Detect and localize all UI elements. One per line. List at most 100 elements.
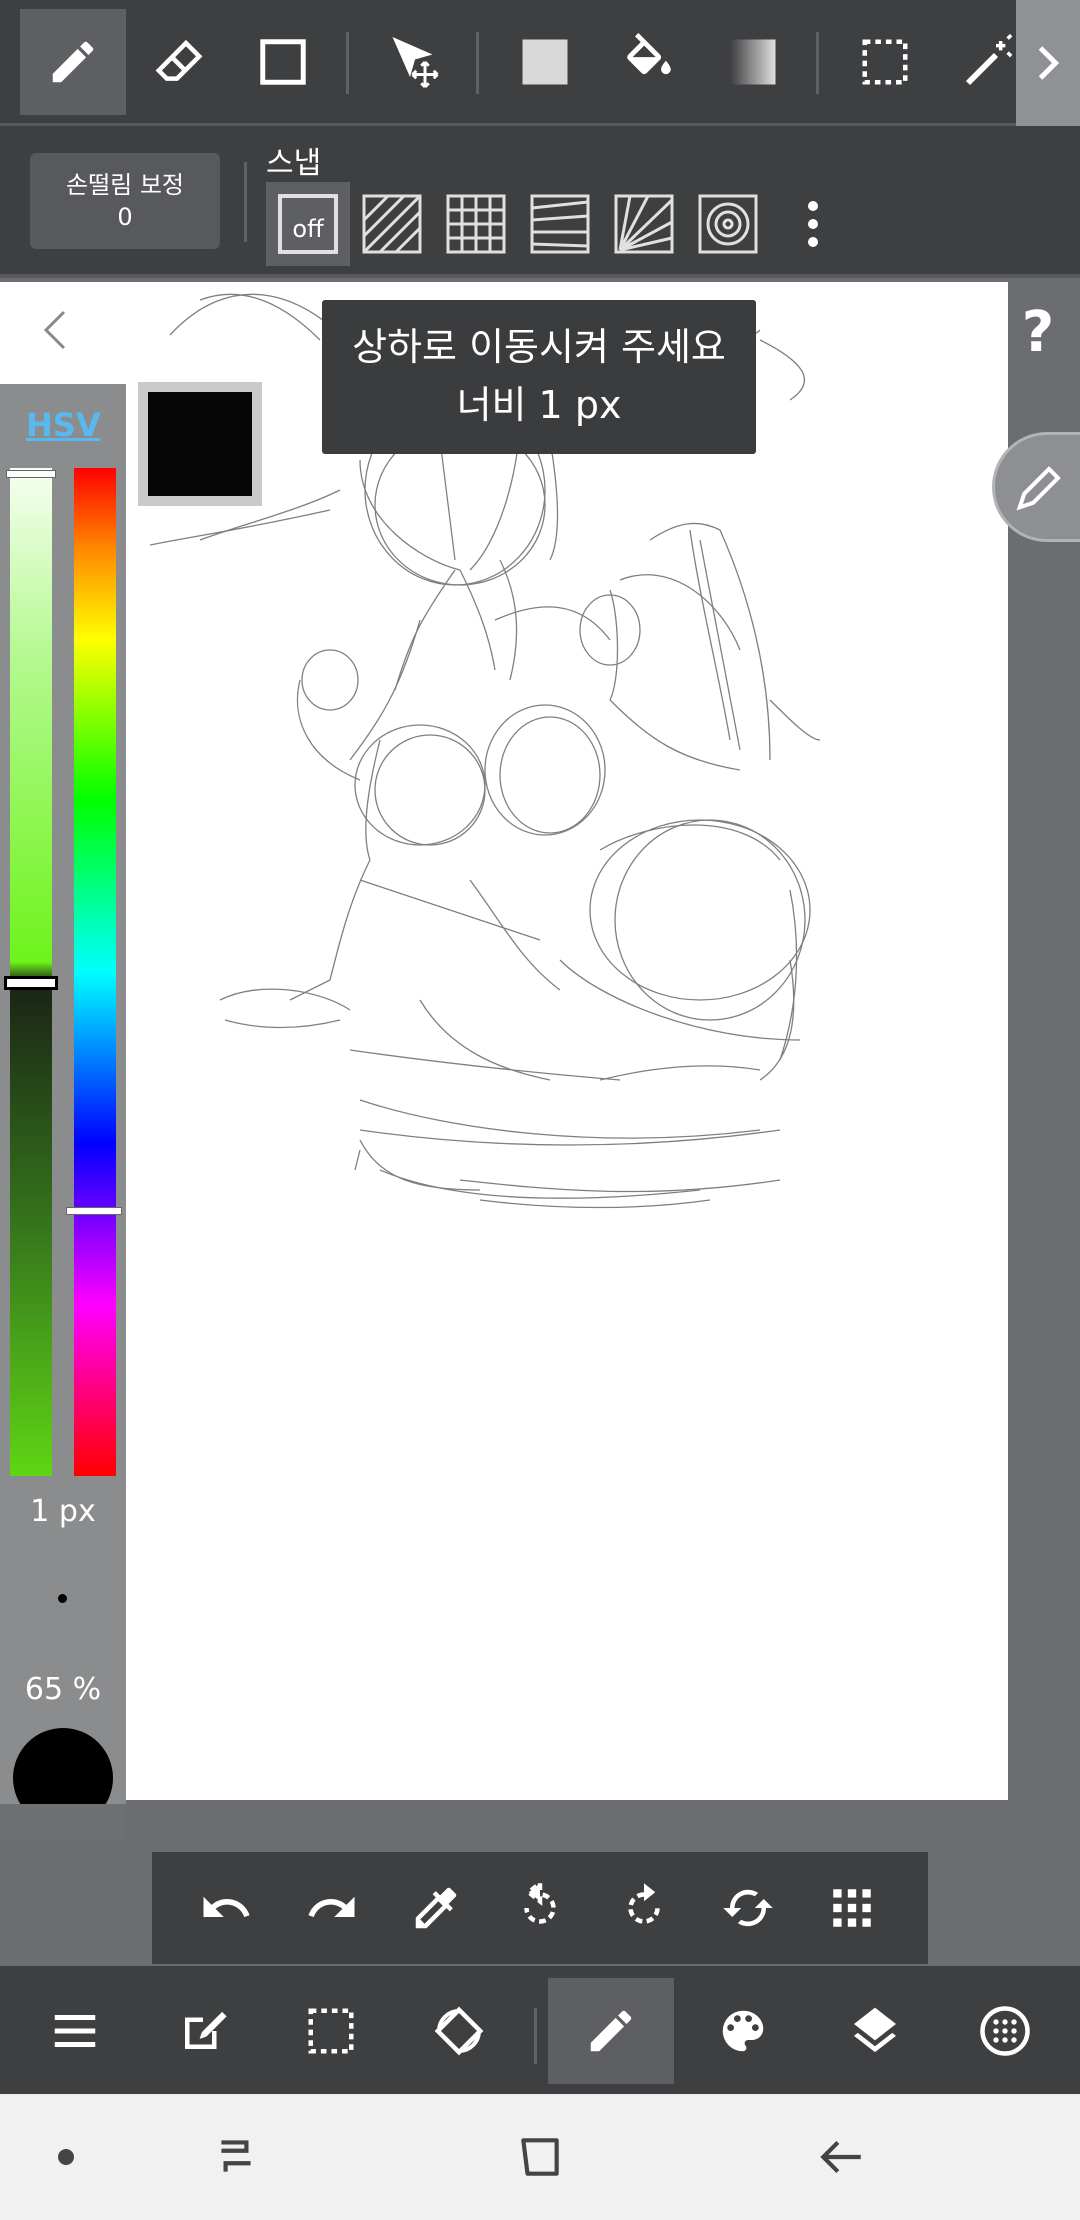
fill-rect-tool-button[interactable]: [492, 9, 598, 115]
rotate-left-icon: [524, 1881, 556, 1924]
flip-icon: [723, 1889, 773, 1927]
gradient-icon: [730, 39, 776, 85]
parallel-snap-button[interactable]: [350, 182, 434, 266]
stabilizer-value: 0: [117, 203, 133, 231]
recent-apps-button[interactable]: [186, 2112, 286, 2202]
redo-icon: [308, 1896, 355, 1917]
saturation-value-slider[interactable]: [10, 468, 52, 1476]
current-color-fill: [148, 392, 252, 496]
move-tool-button[interactable]: [362, 9, 468, 115]
drawing-canvas[interactable]: [0, 282, 1008, 1800]
sv-top-handle[interactable]: [6, 470, 56, 478]
snap-more-button[interactable]: [770, 182, 856, 266]
stabilizer-button[interactable]: 손떨림 보정 0: [30, 153, 220, 249]
brush-button[interactable]: [548, 1978, 674, 2084]
snap-off-button[interactable]: off: [266, 182, 350, 266]
action-bar: [152, 1852, 928, 1964]
palette-button[interactable]: [680, 1978, 806, 2084]
vertical-dots-icon: [808, 201, 818, 247]
grid-snap-icon: [446, 194, 506, 254]
pen-tool-button[interactable]: [20, 9, 126, 115]
grid-button[interactable]: [802, 1852, 902, 1964]
rotate-right-icon: [628, 1883, 660, 1924]
eyedropper-button[interactable]: [386, 1852, 486, 1964]
toolbar-more-button[interactable]: [1016, 0, 1080, 126]
layers-button[interactable]: [812, 1978, 938, 2084]
parallel-snap-icon: [362, 194, 422, 254]
undo-button[interactable]: [176, 1852, 276, 1964]
hue-slider[interactable]: [74, 468, 116, 1476]
perspective-snap-icon: [530, 194, 590, 254]
back-icon: [820, 2140, 861, 2174]
color-panel-footer: [0, 1804, 126, 1842]
rotate-left-button[interactable]: [490, 1852, 590, 1964]
tooltip-line1: 상하로 이동시켜 주세요: [352, 325, 726, 369]
filled-square-icon: [522, 39, 568, 85]
paint-bucket-icon: [627, 33, 671, 75]
snap-off-icon: off: [278, 194, 338, 254]
nav-dot-button[interactable]: [16, 2112, 116, 2202]
chevron-right-icon: [1038, 46, 1060, 80]
palette-icon: [722, 2010, 764, 2052]
redo-button[interactable]: [282, 1852, 382, 1964]
selection-icon: [308, 2008, 354, 2054]
sketch-drawing: [149, 293, 821, 1209]
radial-snap-icon: [614, 194, 674, 254]
menu-button[interactable]: [12, 1978, 138, 2084]
dot-icon: [58, 2149, 74, 2165]
select-tool-button[interactable]: [832, 9, 938, 115]
opacity-label[interactable]: 65 %: [0, 1672, 126, 1707]
layers-icon: [854, 2007, 896, 2053]
eraser-tool-button[interactable]: [126, 9, 232, 115]
subbar-divider: [244, 162, 247, 242]
perspective-snap-button[interactable]: [518, 182, 602, 266]
rotate-right-button[interactable]: [594, 1852, 694, 1964]
current-color-swatch[interactable]: [138, 382, 262, 506]
eraser-icon: [155, 39, 203, 81]
menu-icon: [54, 2015, 96, 2047]
move-arrow-icon: [392, 37, 439, 89]
stabilizer-label: 손떨림 보정: [65, 171, 185, 199]
bucket-tool-button[interactable]: [596, 9, 702, 115]
shape-tool-button[interactable]: [230, 9, 336, 115]
concentric-snap-button[interactable]: [686, 182, 770, 266]
snap-label: 스냅: [266, 146, 322, 181]
flip-button[interactable]: [698, 1852, 798, 1964]
grid-dots-icon: [833, 1889, 871, 1927]
brush-options-bar: 손떨림 보정 0 스냅 off: [0, 126, 1080, 278]
undo-icon: [203, 1896, 250, 1917]
transform-button[interactable]: [396, 1978, 522, 2084]
home-icon: [521, 2138, 559, 2176]
selection-button[interactable]: [268, 1978, 394, 2084]
sv-handle[interactable]: [4, 976, 58, 990]
main-menu-bar: [0, 1966, 1080, 2094]
edit-button[interactable]: [140, 1978, 266, 2084]
grid-snap-button[interactable]: [434, 182, 518, 266]
material-button[interactable]: [942, 1978, 1068, 2084]
hue-handle[interactable]: [66, 1207, 122, 1215]
home-button[interactable]: [490, 2112, 590, 2202]
color-panel: HSV 1 px 65 %: [0, 384, 126, 1842]
back-button[interactable]: [792, 2112, 892, 2202]
tooltip-line2: 너비 1 px: [456, 383, 622, 427]
material-icon: [980, 2006, 1030, 2056]
brush-size-tooltip: 상하로 이동시켜 주세요 너비 1 px: [322, 300, 756, 454]
radial-snap-button[interactable]: [602, 182, 686, 266]
square-outline-icon: [260, 39, 306, 85]
brush-icon: [590, 2010, 632, 2052]
gradient-tool-button[interactable]: [700, 9, 806, 115]
eyedropper-icon: [415, 1887, 457, 1929]
canvas-back-button[interactable]: [30, 300, 76, 360]
brush-size-label[interactable]: 1 px: [0, 1494, 126, 1529]
toolbar-divider: [816, 32, 819, 94]
pencil-icon: [1016, 466, 1061, 511]
recent-apps-icon: [221, 2140, 251, 2172]
hsv-mode-link[interactable]: HSV: [26, 406, 101, 444]
help-button[interactable]: ?: [1008, 300, 1068, 370]
concentric-snap-icon: [698, 194, 758, 254]
chevron-left-icon: [43, 310, 66, 350]
svg-text:off: off: [292, 215, 324, 243]
magic-wand-icon: [965, 34, 1013, 86]
medibang-screen: 손떨림 보정 0 스냅 off ? 상하로 이동시켜 주세요 너비 1 px H…: [0, 0, 1080, 2220]
toolbar-divider: [476, 32, 479, 94]
